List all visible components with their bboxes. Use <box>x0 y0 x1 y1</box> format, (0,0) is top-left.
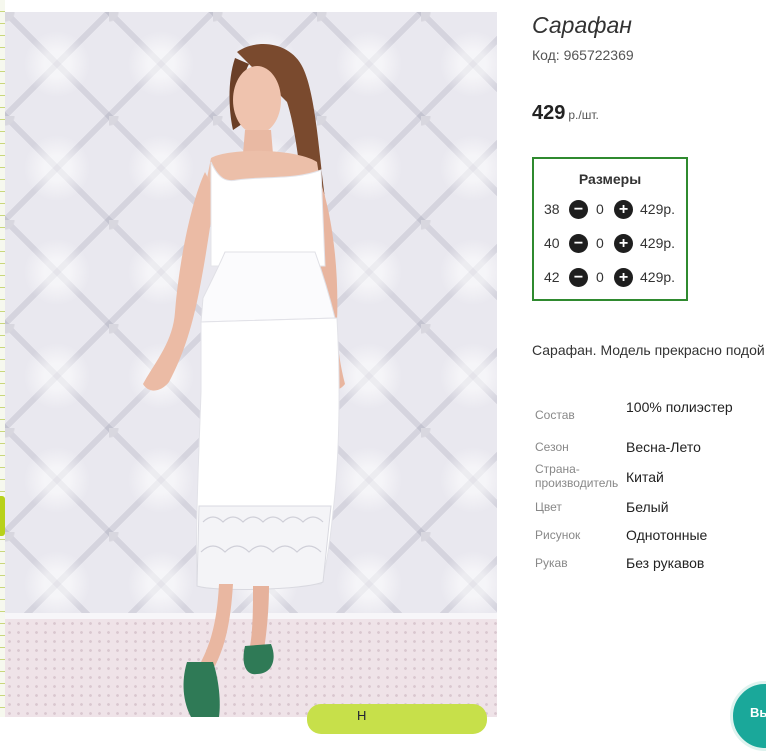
add-to-cart-label: Н <box>357 708 368 723</box>
add-to-cart-button[interactable]: Н <box>307 704 487 734</box>
attribute-key: Рисунок <box>535 528 581 542</box>
chat-button[interactable]: Вы <box>730 681 766 751</box>
size-price: 429р. <box>640 269 676 285</box>
product-title: Сарафан <box>532 12 632 38</box>
plus-circle-icon[interactable]: + <box>614 234 633 253</box>
attribute-value: Весна-Лето <box>626 439 701 455</box>
size-row: 40 − 0 + 429р. <box>534 233 686 255</box>
attribute-key: Цвет <box>535 500 562 514</box>
minus-circle-icon[interactable]: − <box>569 200 588 219</box>
size-label: 38 <box>544 201 560 217</box>
price-value: 429 <box>532 102 566 124</box>
attribute-key: Рукав <box>535 556 568 570</box>
attribute-value: Белый <box>626 499 669 515</box>
quantity-value: 0 <box>596 269 604 285</box>
quantity-value: 0 <box>596 201 604 217</box>
product-description: Сарафан. Модель прекрасно подой <box>532 342 765 358</box>
attribute-key: Состав <box>535 408 575 422</box>
size-selector: Размеры 38 − 0 + 429р. 40 − 0 + 429р. 42… <box>532 157 688 301</box>
size-price: 429р. <box>640 235 676 251</box>
sizes-heading: Размеры <box>578 171 642 187</box>
product-photo[interactable] <box>5 12 497 717</box>
quantity-value: 0 <box>596 235 604 251</box>
attribute-value: Без рукавов <box>626 555 705 571</box>
plus-circle-icon[interactable]: + <box>614 200 633 219</box>
size-row: 42 − 0 + 429р. <box>534 267 686 289</box>
size-label: 42 <box>544 269 560 285</box>
size-label: 40 <box>544 235 560 251</box>
product-price: 429 р./шт. <box>532 102 599 125</box>
attribute-key: Страна-производитель <box>535 462 619 490</box>
attribute-value: 100% полиэстер <box>626 399 733 415</box>
attribute-value: Однотонные <box>626 527 708 543</box>
minus-circle-icon[interactable]: − <box>569 234 588 253</box>
size-price: 429р. <box>640 201 676 217</box>
chat-button-label: Вы <box>750 705 766 720</box>
attribute-value: Китай <box>626 469 664 485</box>
size-row: 38 − 0 + 429р. <box>534 199 686 221</box>
attribute-key: Сезон <box>535 440 569 454</box>
product-code: Код: 965722369 <box>532 47 634 63</box>
price-unit: р./шт. <box>568 108 599 122</box>
model-illustration <box>143 44 345 717</box>
plus-circle-icon[interactable]: + <box>614 268 633 287</box>
minus-circle-icon[interactable]: − <box>569 268 588 287</box>
